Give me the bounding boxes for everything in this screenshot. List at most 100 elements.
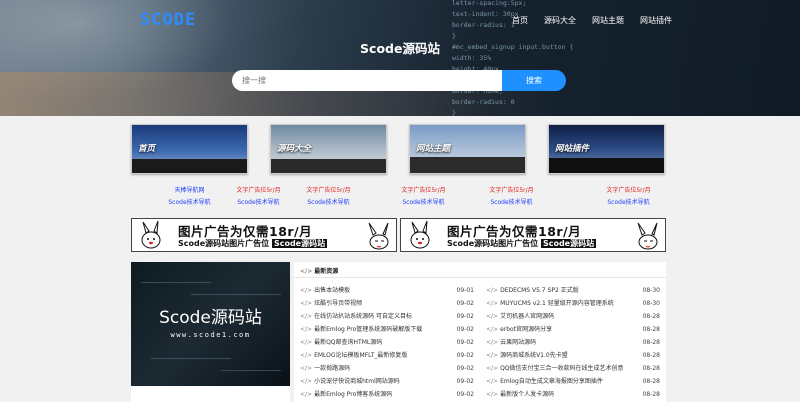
ad-subline: Scode源码站图片广告位 Scode源码站 bbox=[447, 238, 597, 249]
rabbit-icon bbox=[141, 220, 161, 249]
list-item[interactable]: </> 炫酷引导页带视频 09-02 bbox=[300, 297, 474, 310]
list-item[interactable]: </> 最新版个人发卡源码 08-28 bbox=[486, 388, 660, 401]
code-icon: </> bbox=[486, 300, 499, 307]
resource-title[interactable]: </> Emlog自动生成文章海报图分享图插件 bbox=[486, 375, 603, 388]
code-icon: </> bbox=[486, 326, 499, 333]
list-item[interactable]: </> 出售本站模板 09-01 bbox=[300, 284, 474, 297]
category-card-home[interactable]: 首页 bbox=[131, 124, 248, 174]
code-icon: </> bbox=[300, 339, 313, 346]
site-logo[interactable]: SCODE bbox=[140, 10, 196, 30]
resource-list-left: </> 出售本站模板 09-01 </> 炫酷引导页带视频 09-02 </> 在线仿站扒站系… bbox=[300, 284, 474, 401]
resource-title[interactable]: </> 一款抛路源码 bbox=[300, 362, 350, 375]
link-item[interactable]: 文字广告位5r/月 bbox=[453, 185, 570, 197]
resource-title[interactable]: </> QQ微信支付宝三合一收款码在线生成艺术创意 bbox=[486, 362, 624, 375]
category-card-label: 网站插件 bbox=[555, 144, 590, 154]
resource-date: 08-30 bbox=[642, 287, 660, 294]
resource-date: 09-02 bbox=[456, 365, 474, 372]
resource-title[interactable]: </> EMLOG论坛模板MFLT_最新修复版 bbox=[300, 349, 407, 362]
resource-date: 08-28 bbox=[642, 352, 660, 359]
list-item[interactable]: </> 最新Emlog Pro博客系统源码 09-02 bbox=[300, 388, 474, 401]
nav-item-home[interactable]: 首页 bbox=[512, 15, 528, 26]
category-card-themes[interactable]: 网站主题 bbox=[409, 124, 526, 174]
promo-banner[interactable]: Scode源码站 www.scode1.com bbox=[131, 262, 290, 386]
list-item[interactable]: </> 艾司机器人官网源码 08-28 bbox=[486, 310, 660, 323]
resource-title[interactable]: </> erbot官网源码分享 bbox=[486, 323, 552, 336]
code-icon: </> bbox=[486, 391, 499, 398]
banner-url: www.scode1.com bbox=[170, 331, 251, 339]
resource-title[interactable]: </> 炫酷引导页带视频 bbox=[300, 297, 362, 310]
ad-subline-text: Scode源码站图片广告位 bbox=[178, 239, 270, 248]
image-ad-left[interactable]: 图片广告为仅需18r/月 Scode源码站图片广告位 Scode源码站 bbox=[131, 218, 397, 252]
resource-date: 09-02 bbox=[456, 326, 474, 333]
card-links: 文字广告位5r/月 Scode技术导航 bbox=[570, 185, 687, 209]
list-item[interactable]: </> 在线仿站扒站系统源码 可自定义目标 09-02 bbox=[300, 310, 474, 323]
list-item[interactable]: </> MUYUCMS v2.1 轻量级开源内容管理系统 08-30 bbox=[486, 297, 660, 310]
resource-title[interactable]: </> 源码商城系统V1.0先卡盟 bbox=[486, 349, 568, 362]
list-item[interactable]: </> QQ微信支付宝三合一收款码在线生成艺术创意 08-28 bbox=[486, 362, 660, 375]
code-icon: </> bbox=[486, 378, 499, 385]
list-item[interactable]: </> EMLOG论坛模板MFLT_最新修复版 09-02 bbox=[300, 349, 474, 362]
search-button[interactable]: 搜索 bbox=[502, 70, 566, 91]
list-item[interactable]: </> 小说宠仔快说商城html网站源码 09-02 bbox=[300, 375, 474, 388]
ad-subline-text: Scode源码站图片广告位 bbox=[447, 239, 539, 248]
list-item[interactable]: </> DEDECMS V5.7 SP2 正式版 08-30 bbox=[486, 284, 660, 297]
resource-date: 08-30 bbox=[642, 300, 660, 307]
site-title: Scode源码站 bbox=[360, 41, 440, 56]
latest-resources-panel: </> 最新资源 </> 出售本站模板 09-01 </> 炫酷引导页带视频 09-02 </… bbox=[294, 262, 666, 402]
resource-title[interactable]: </> 小说宠仔快说商城html网站源码 bbox=[300, 375, 400, 388]
resource-title[interactable]: </> DEDECMS V5.7 SP2 正式版 bbox=[486, 284, 579, 297]
code-icon: </> bbox=[486, 287, 499, 294]
resource-title[interactable]: </> 最新版个人发卡源码 bbox=[486, 388, 554, 401]
code-line: } bbox=[452, 109, 456, 116]
search-bar: 搜索 bbox=[232, 70, 566, 91]
image-ad-right[interactable]: 图片广告为仅需18r/月 Scode源码站图片广告位 Scode源码站 bbox=[400, 218, 666, 252]
code-icon: </> bbox=[300, 313, 313, 320]
list-item[interactable]: </> 一款抛路源码 09-02 bbox=[300, 362, 474, 375]
latest-resources-heading: </> 最新资源 bbox=[300, 268, 339, 275]
link-item[interactable]: 文字广告位5r/月 bbox=[570, 185, 687, 197]
resource-title[interactable]: </> MUYUCMS v2.1 轻量级开源内容管理系统 bbox=[486, 297, 614, 310]
resource-date: 08-28 bbox=[642, 365, 660, 372]
code-icon: </> bbox=[300, 326, 313, 333]
list-item[interactable]: </> 云果网站源码 08-28 bbox=[486, 336, 660, 349]
list-item[interactable]: </> Emlog自动生成文章海报图分享图插件 08-28 bbox=[486, 375, 660, 388]
list-item[interactable]: </> 最新Emlog Pro管理系统源码破解版下载 09-02 bbox=[300, 323, 474, 336]
resource-date: 09-01 bbox=[456, 287, 474, 294]
resource-list-right: </> DEDECMS V5.7 SP2 正式版 08-30 </> MUYUCMS v… bbox=[486, 284, 660, 401]
nav-item-source[interactable]: 源码大全 bbox=[544, 15, 576, 26]
nav-item-plugins[interactable]: 网站插件 bbox=[640, 15, 672, 26]
resource-title[interactable]: </> 最新Emlog Pro管理系统源码破解版下载 bbox=[300, 323, 422, 336]
ad-site-name: Scode源码站 bbox=[271, 239, 328, 248]
code-icon: </> bbox=[300, 391, 313, 398]
link-item[interactable]: Scode技术导航 bbox=[453, 197, 570, 209]
nav-item-themes[interactable]: 网站主题 bbox=[592, 15, 624, 26]
banner-footer bbox=[131, 386, 290, 402]
code-icon: </> bbox=[300, 287, 313, 294]
resource-title[interactable]: </> 最新QQ邮查询HTML源码 bbox=[300, 336, 382, 349]
ad-subline: Scode源码站图片广告位 Scode源码站 bbox=[178, 238, 328, 249]
resource-date: 08-28 bbox=[642, 339, 660, 346]
resource-title[interactable]: </> 云果网站源码 bbox=[486, 336, 536, 349]
code-line: border-radius: 0 bbox=[452, 98, 515, 106]
resource-title[interactable]: </> 在线仿站扒站系统源码 可自定义目标 bbox=[300, 310, 412, 323]
code-icon: </> bbox=[300, 378, 313, 385]
list-item[interactable]: </> 最新QQ邮查询HTML源码 09-02 bbox=[300, 336, 474, 349]
rabbit-icon bbox=[368, 222, 389, 250]
list-item[interactable]: </> 源码商城系统V1.0先卡盟 08-28 bbox=[486, 349, 660, 362]
resource-date: 08-28 bbox=[642, 326, 660, 333]
category-card-label: 源码大全 bbox=[277, 144, 312, 154]
list-item[interactable]: </> erbot官网源码分享 08-28 bbox=[486, 323, 660, 336]
link-item[interactable]: Scode技术导航 bbox=[570, 197, 687, 209]
resource-date: 09-02 bbox=[456, 378, 474, 385]
search-input[interactable] bbox=[232, 70, 502, 91]
category-card-label: 首页 bbox=[138, 144, 156, 154]
category-card-plugins[interactable]: 网站插件 bbox=[548, 124, 665, 174]
resource-title[interactable]: </> 最新Emlog Pro博客系统源码 bbox=[300, 388, 392, 401]
category-card-source[interactable]: 源码大全 bbox=[270, 124, 387, 174]
resource-title[interactable]: </> 艾司机器人官网源码 bbox=[486, 310, 554, 323]
resource-title[interactable]: </> 出售本站模板 bbox=[300, 284, 350, 297]
card-links: 文字广告位5r/月 Scode技术导航 bbox=[453, 185, 570, 209]
code-icon: </> bbox=[300, 268, 313, 275]
category-card-label: 网站主题 bbox=[416, 144, 451, 154]
code-icon: </> bbox=[300, 352, 313, 359]
